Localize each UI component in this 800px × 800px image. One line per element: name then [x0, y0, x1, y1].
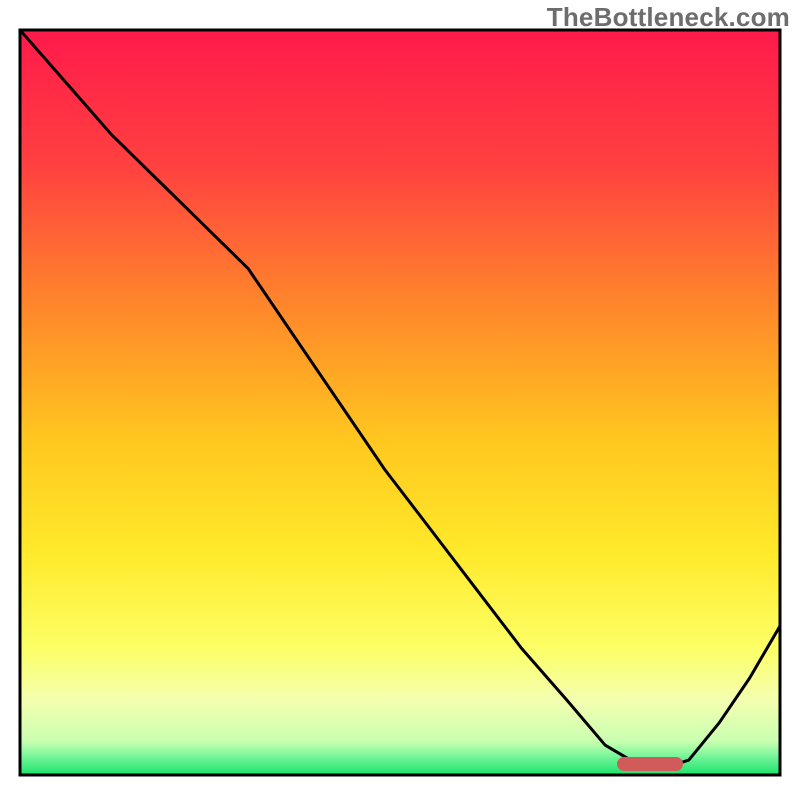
target-marker	[617, 757, 683, 771]
chart-stage: TheBottleneck.com	[0, 0, 800, 800]
plot-background	[20, 30, 780, 775]
chart-svg	[0, 0, 800, 800]
